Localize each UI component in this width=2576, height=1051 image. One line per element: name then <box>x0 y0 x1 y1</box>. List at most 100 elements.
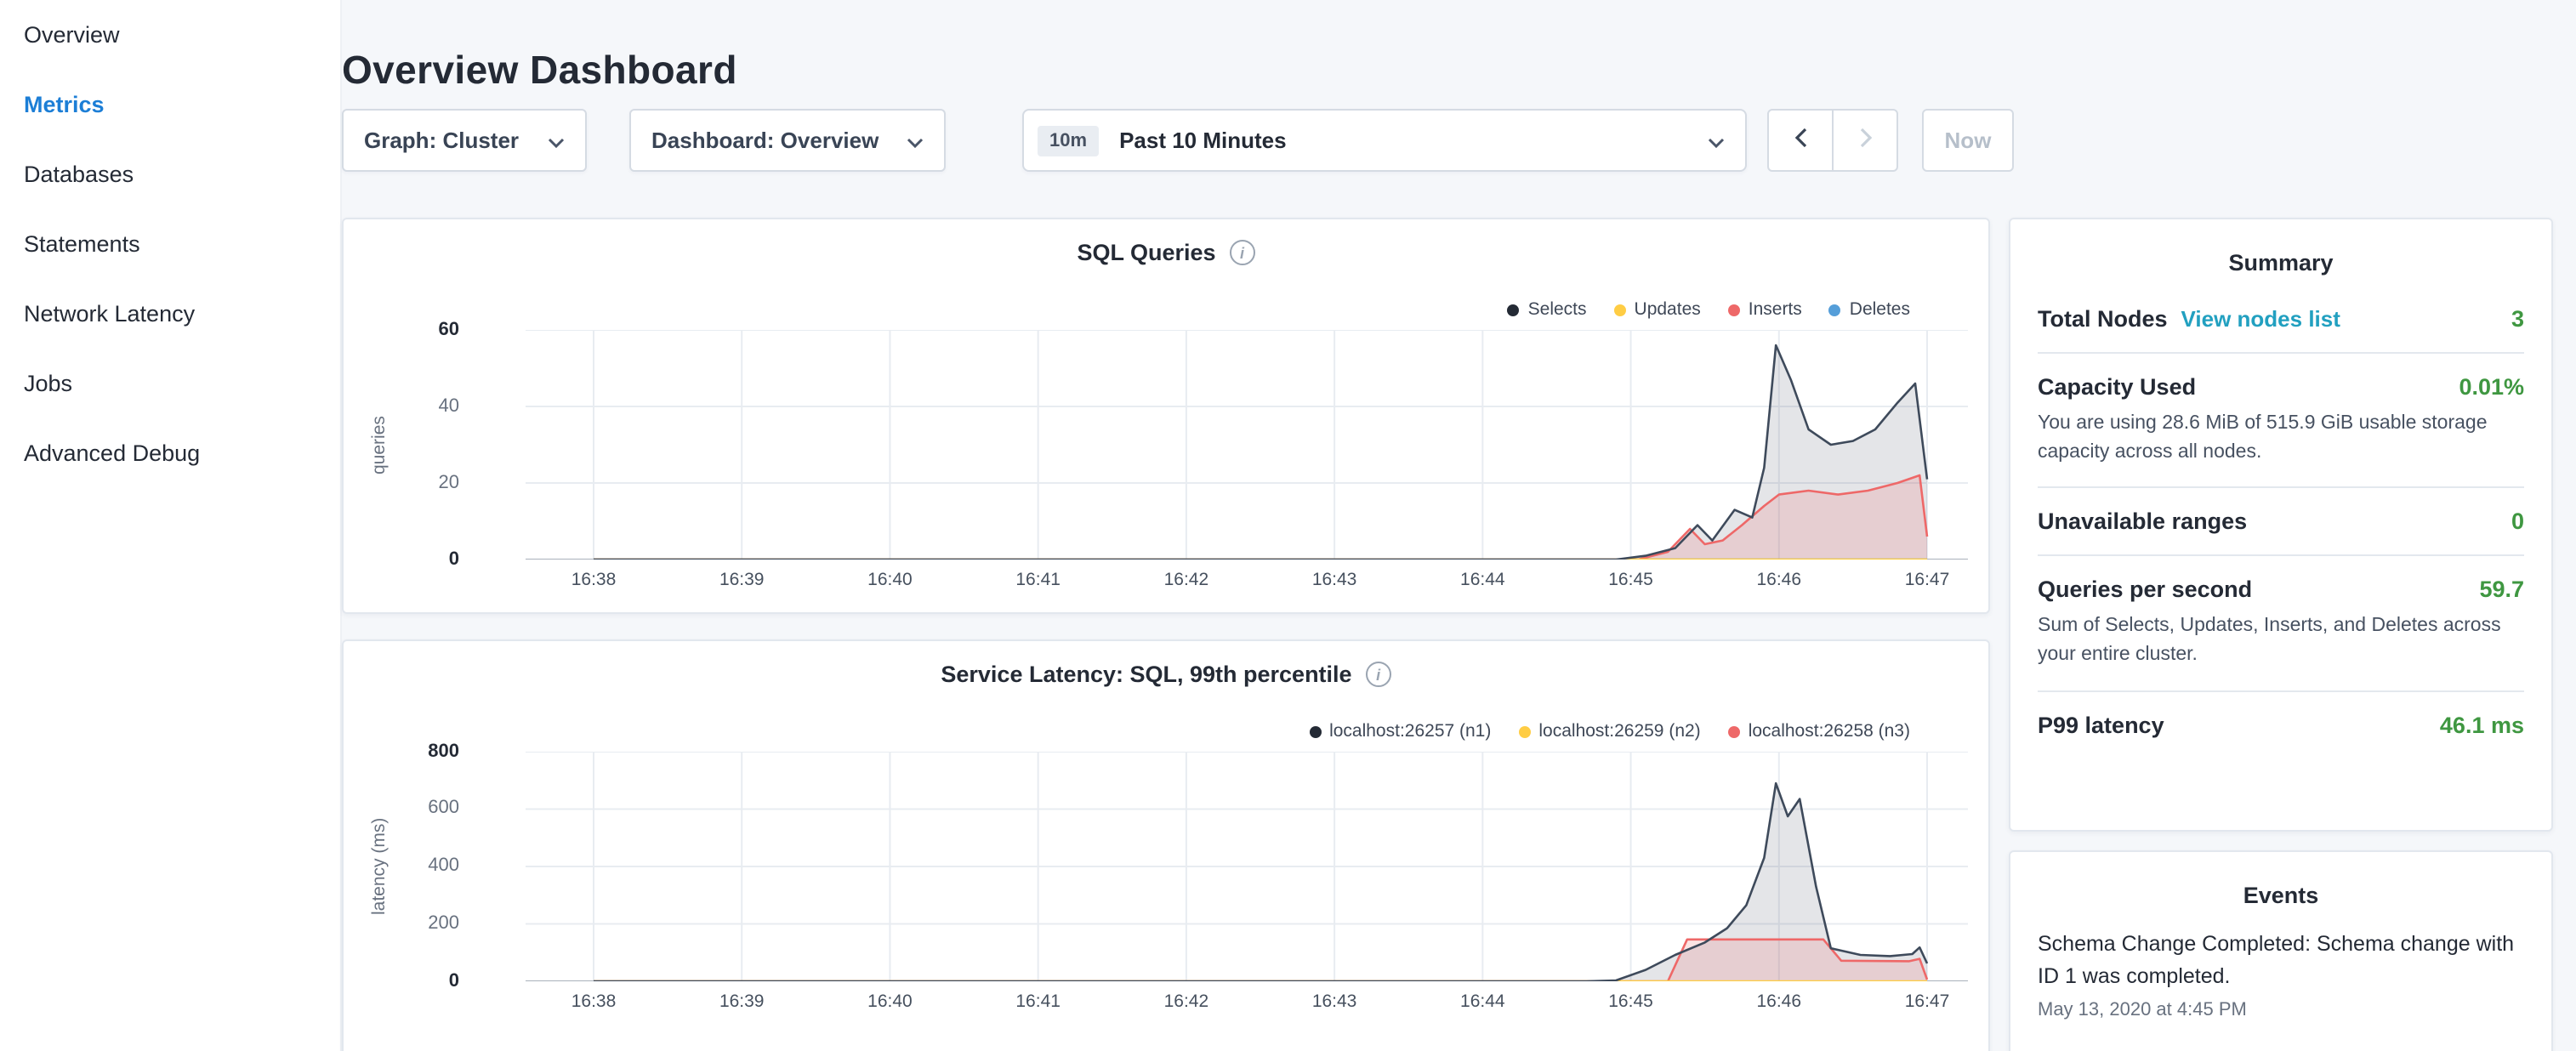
summary-row-value: 0.01% <box>2459 374 2524 400</box>
summary-rows: Total Nodes View nodes list 3 Capacity Used… <box>2038 286 2524 758</box>
sidebar-item-jobs[interactable]: Jobs <box>0 349 340 418</box>
dashboard-dropdown[interactable]: Dashboard: Overview <box>629 109 946 172</box>
legend-item-inserts[interactable]: Inserts <box>1728 299 1802 320</box>
legend-item-localhost-26257-n1-[interactable]: localhost:26257 (n1) <box>1309 721 1491 741</box>
events-title: Events <box>2038 883 2524 908</box>
time-nav-arrows <box>1767 109 1898 172</box>
y-tick-label: 200 <box>391 913 459 934</box>
time-range-badge: 10m <box>1038 125 1099 156</box>
chart-title: SQL Queries <box>1077 240 1215 265</box>
sidebar-item-advanced-debug[interactable]: Advanced Debug <box>0 418 340 488</box>
info-icon[interactable]: i <box>1230 240 1255 265</box>
now-button-label: Now <box>1945 128 1992 153</box>
chevron-right-icon <box>1858 125 1872 156</box>
graph-dropdown-label: Graph: Cluster <box>364 128 519 153</box>
sidebar-item-network-latency[interactable]: Network Latency <box>0 279 340 349</box>
y-tick-label: 600 <box>391 798 459 819</box>
y-tick-label: 800 <box>391 741 459 761</box>
chart-title-row: Service Latency: SQL, 99th percentile i <box>344 662 1988 687</box>
legend-dot-icon <box>1614 304 1626 315</box>
service-latency-chart-card: Service Latency: SQL, 99th percentile i … <box>342 639 1990 1051</box>
summary-row-header: Unavailable ranges 0 <box>2038 509 2524 535</box>
x-tick-label: 16:42 <box>1127 991 1246 1012</box>
x-tick-label: 16:45 <box>1572 991 1691 1012</box>
sidebar-item-statements[interactable]: Statements <box>0 209 340 279</box>
x-tick-label: 16:47 <box>1868 570 1987 590</box>
x-tick-label: 16:38 <box>534 991 653 1012</box>
legend-dot-icon <box>1508 304 1520 315</box>
legend-item-deletes[interactable]: Deletes <box>1829 299 1910 320</box>
summary-row-value: 46.1 ms <box>2440 712 2524 737</box>
x-tick-label: 16:42 <box>1127 570 1246 590</box>
x-tick-label: 16:41 <box>979 991 1098 1012</box>
sidebar-item-metrics[interactable]: Metrics <box>0 70 340 139</box>
summary-row-unavailable-ranges: Unavailable ranges 0 <box>2038 489 2524 557</box>
event-item: Schema Change Completed: Schema change w… <box>2038 929 2524 1020</box>
y-tick-label: 60 <box>391 319 459 339</box>
chart-plot-area[interactable] <box>471 330 1968 560</box>
summary-row-value: 3 <box>2511 306 2524 332</box>
legend-label: Inserts <box>1749 299 1802 320</box>
legend-item-localhost-26258-n3-[interactable]: localhost:26258 (n3) <box>1728 721 1910 741</box>
chart-title: Service Latency: SQL, 99th percentile <box>941 662 1351 687</box>
events-list: Schema Change Completed: Schema change w… <box>2038 929 2524 1020</box>
sql-queries-chart-card: SQL Queries i Selects Updates Inserts Delet… <box>342 218 1990 614</box>
summary-row-capacity-used: Capacity Used0.01%You are using 28.6 MiB… <box>2038 354 2524 489</box>
legend-label: localhost:26257 (n1) <box>1329 721 1491 741</box>
app-root: OverviewMetricsDatabasesStatementsNetwor… <box>0 0 2576 1051</box>
summary-title: Summary <box>2038 250 2524 276</box>
legend-item-updates[interactable]: Updates <box>1614 299 1701 320</box>
summary-row-header: Capacity Used0.01% <box>2038 374 2524 400</box>
info-icon[interactable]: i <box>1366 662 1391 687</box>
summary-row-label: Total Nodes <box>2038 306 2168 332</box>
page-title: Overview Dashboard <box>342 48 737 94</box>
y-tick-label: 0 <box>391 548 459 569</box>
x-tick-label: 16:44 <box>1423 991 1542 1012</box>
summary-row-header: P99 latency46.1 ms <box>2038 712 2524 737</box>
y-tick-label: 20 <box>391 472 459 492</box>
toolbar: Graph: Cluster Dashboard: Overview 10m P… <box>342 109 2145 172</box>
legend-dot-icon <box>1518 725 1530 737</box>
summary-row-value: 0 <box>2511 509 2524 535</box>
time-back-button[interactable] <box>1767 109 1834 172</box>
legend-dot-icon <box>1728 304 1740 315</box>
events-card: Events Schema Change Completed: Schema c… <box>2009 850 2553 1051</box>
legend-label: localhost:26258 (n3) <box>1749 721 1910 741</box>
x-tick-label: 16:45 <box>1572 570 1691 590</box>
y-axis-label: latency (ms) <box>367 752 391 981</box>
sidebar-item-overview[interactable]: Overview <box>0 0 340 70</box>
x-tick-label: 16:43 <box>1275 991 1394 1012</box>
now-button[interactable]: Now <box>1922 109 2014 172</box>
chevron-down-icon <box>1708 125 1725 156</box>
sidebar-nav: OverviewMetricsDatabasesStatementsNetwor… <box>0 0 342 1051</box>
x-tick-label: 16:40 <box>830 570 949 590</box>
chevron-left-icon <box>1794 125 1807 156</box>
time-range-dropdown[interactable]: 10m Past 10 Minutes <box>1022 109 1747 172</box>
graph-dropdown[interactable]: Graph: Cluster <box>342 109 587 172</box>
x-tick-label: 16:39 <box>682 991 801 1012</box>
x-tick-label: 16:44 <box>1423 570 1542 590</box>
dashboard-dropdown-label: Dashboard: Overview <box>651 128 879 153</box>
legend-dot-icon <box>1728 725 1740 737</box>
view-nodes-list-link[interactable]: View nodes list <box>2181 306 2340 332</box>
legend-label: Deletes <box>1850 299 1910 320</box>
legend-dot-icon <box>1829 304 1841 315</box>
summary-row-header: Total Nodes View nodes list 3 <box>2038 306 2524 332</box>
chart-plot-area[interactable] <box>471 752 1968 981</box>
y-tick-label: 0 <box>391 970 459 991</box>
summary-row-label: Unavailable ranges <box>2038 509 2247 535</box>
summary-row-value: 59.7 <box>2479 577 2524 603</box>
event-timestamp: May 13, 2020 at 4:45 PM <box>2038 999 2524 1020</box>
legend-item-localhost-26259-n2-[interactable]: localhost:26259 (n2) <box>1518 721 1700 741</box>
summary-row-total-nodes: Total Nodes View nodes list 3 <box>2038 286 2524 354</box>
x-tick-label: 16:40 <box>830 991 949 1012</box>
x-tick-label: 16:39 <box>682 570 801 590</box>
legend-label: Selects <box>1528 299 1587 320</box>
sidebar-item-databases[interactable]: Databases <box>0 139 340 209</box>
x-tick-label: 16:38 <box>534 570 653 590</box>
y-tick-label: 400 <box>391 855 459 876</box>
event-text: Schema Change Completed: Schema change w… <box>2038 929 2524 992</box>
legend-item-selects[interactable]: Selects <box>1508 299 1587 320</box>
chevron-down-icon <box>548 128 565 153</box>
time-forward-button[interactable] <box>1832 109 1898 172</box>
